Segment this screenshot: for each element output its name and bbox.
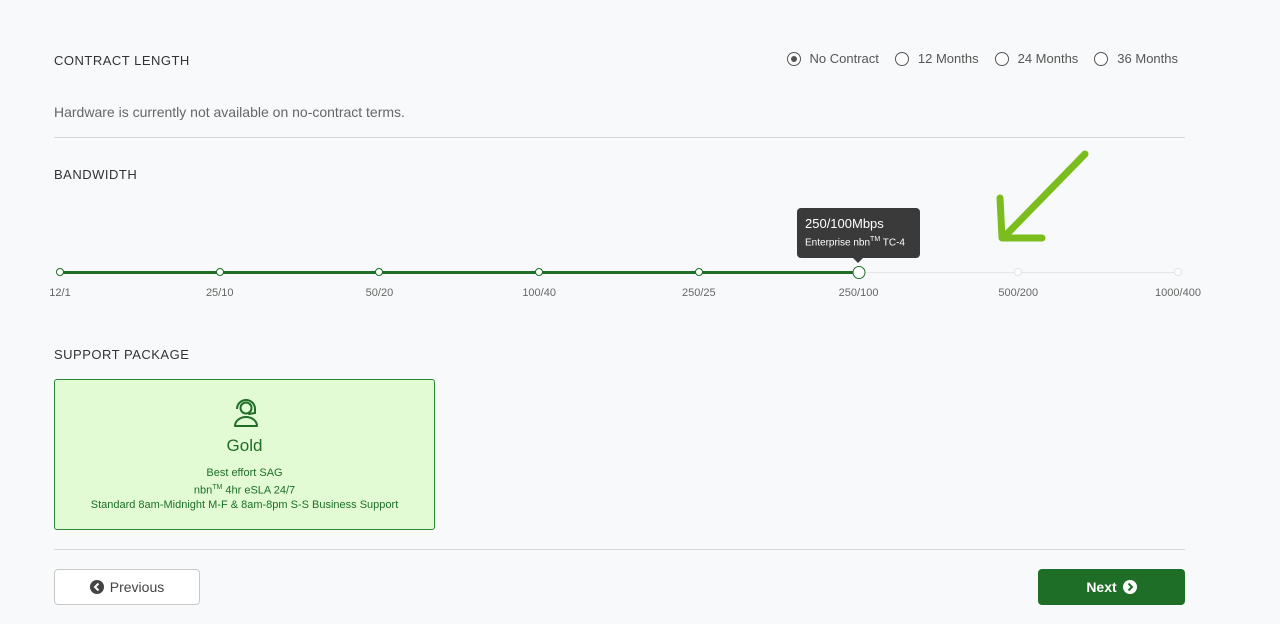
slider-tick[interactable]	[215, 268, 224, 276]
headset-user-icon	[234, 399, 258, 427]
radio-label: No Contract	[809, 51, 879, 66]
radio-12-months[interactable]: 12 Months	[894, 51, 979, 66]
package-features: Best effort SAG nbnTM 4hr eSLA 24/7 Stan…	[55, 466, 434, 512]
radio-button[interactable]	[994, 51, 1009, 66]
divider	[54, 549, 1185, 550]
previous-label: Previous	[109, 579, 165, 595]
feature-line: Best effort SAG	[206, 467, 283, 479]
hardware-note: Hardware is currently not available on n…	[54, 104, 405, 120]
slider-tick-label: 1000/400	[1155, 287, 1201, 299]
chevron-right-circle-icon	[1122, 580, 1137, 594]
contract-length-title: CONTRACT LENGTH	[54, 53, 190, 68]
slider-handle[interactable]	[852, 266, 866, 279]
divider	[54, 137, 1185, 138]
green-arrow-icon	[996, 150, 1089, 242]
bandwidth-title: BANDWIDTH	[54, 167, 138, 182]
feature-line: nbnTM 4hr eSLA 24/7	[193, 483, 296, 497]
slider-tick-label: 12/1	[49, 287, 71, 299]
slider-tick[interactable]	[535, 268, 544, 276]
slider-tick-label: 250/100	[838, 287, 879, 299]
slider-tick-label: 100/40	[522, 287, 556, 299]
slider-tick[interactable]	[1174, 268, 1182, 276]
contract-length-options: No Contract 12 Months 24 Months 36 Month…	[786, 51, 1178, 66]
next-label: Next	[1086, 579, 1117, 595]
tooltip-title: 250/100Mbps	[805, 216, 884, 231]
radio-no-contract[interactable]: No Contract	[786, 51, 879, 66]
chevron-left-circle-icon	[89, 580, 104, 594]
tooltip-subtitle: Enterprise nbnTM TC-4	[805, 236, 905, 249]
radio-36-months[interactable]: 36 Months	[1094, 51, 1178, 66]
support-package-gold-card[interactable]: Gold Best effort SAG nbnTM 4hr eSLA 24/7…	[54, 379, 435, 530]
support-package-title: SUPPORT PACKAGE	[54, 347, 190, 362]
radio-label: 12 Months	[917, 51, 979, 66]
package-name: Gold	[226, 436, 263, 455]
slider-tick[interactable]	[694, 268, 703, 276]
slider-tick[interactable]	[375, 268, 384, 276]
slider-tick-label: 250/25	[682, 287, 716, 299]
bandwidth-tooltip: 250/100Mbps Enterprise nbnTM TC-4	[797, 208, 920, 263]
radio-button[interactable]	[786, 51, 801, 66]
radio-24-months[interactable]: 24 Months	[994, 51, 1079, 66]
slider-tick[interactable]	[56, 268, 64, 276]
next-button[interactable]: Next	[1038, 569, 1185, 605]
feature-line: Standard 8am-Midnight M-F & 8am-8pm S-S …	[90, 498, 399, 511]
slider-tick-label: 500/200	[998, 287, 1039, 299]
radio-button[interactable]	[894, 51, 909, 66]
radio-button[interactable]	[1094, 51, 1109, 66]
previous-button[interactable]: Previous	[54, 569, 200, 605]
radio-label: 24 Months	[1017, 51, 1079, 66]
slider-tick-label: 50/20	[365, 287, 394, 299]
slider-tick[interactable]	[1014, 268, 1023, 276]
slider-tick-label: 25/10	[205, 287, 234, 299]
radio-label: 36 Months	[1117, 51, 1178, 66]
slider-track-fill	[60, 271, 859, 274]
